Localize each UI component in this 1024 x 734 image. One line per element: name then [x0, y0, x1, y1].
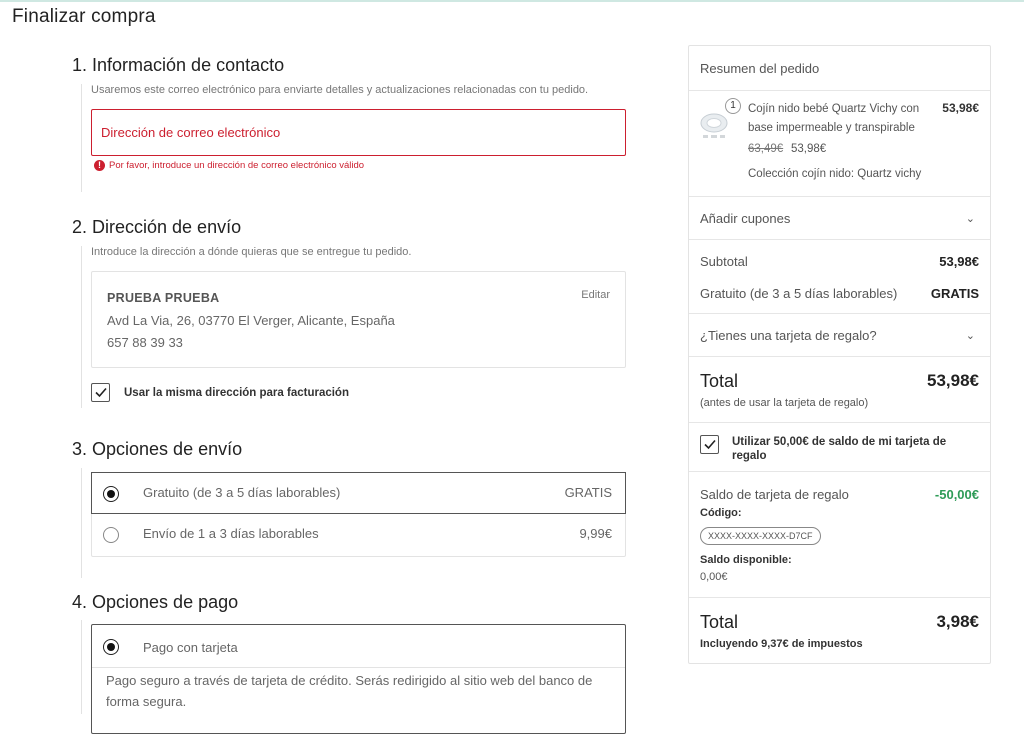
use-gift-balance-label: Utilizar 50,00€ de saldo de mi tarjeta d…: [732, 436, 947, 462]
divider: [689, 471, 990, 472]
product-quantity-badge: 1: [725, 98, 741, 114]
error-icon: !: [94, 160, 105, 171]
order-summary-title: Resumen del pedido: [700, 61, 820, 76]
chevron-down-icon: ⌄: [965, 213, 975, 225]
use-gift-balance-checkbox[interactable]: [700, 435, 719, 454]
address-line: Avd La Via, 26, 03770 El Verger, Alicant…: [107, 313, 395, 328]
divider: [689, 356, 990, 357]
subtotal-label: Subtotal: [700, 254, 748, 269]
edit-address-button[interactable]: Editar: [581, 289, 610, 301]
subtotal-value: 53,98€: [939, 254, 979, 269]
payment-option-label: Pago con tarjeta: [143, 640, 238, 655]
total-note: (antes de usar la tarjeta de regalo): [700, 397, 869, 409]
payment-title: 4. Opciones de pago: [72, 592, 239, 612]
section-divider-line: [81, 84, 82, 192]
shipping-option-free[interactable]: Gratuito (de 3 a 5 días laborables) GRAT…: [91, 472, 626, 514]
shipping-options-title: 3. Opciones de envío: [72, 439, 243, 459]
final-total-value: 3,98€: [936, 612, 979, 631]
divider: [689, 90, 990, 91]
product-sale-price: 53,98€: [791, 143, 827, 155]
address-card: PRUEBA PRUEBA Avd La Via, 26, 03770 El V…: [91, 271, 626, 368]
final-total-label: Total: [700, 612, 739, 632]
email-placeholder: Dirección de correo electrónico: [101, 125, 281, 140]
product-old-price: 63,49€: [748, 143, 784, 155]
checkmark-icon: [95, 387, 107, 398]
shipping-summary-value: GRATIS: [930, 286, 979, 301]
total-label: Total: [700, 371, 739, 391]
shipping-summary-label: Gratuito (de 3 a 5 días laborables): [700, 286, 898, 301]
gift-card-question: ¿Tienes una tarjeta de regalo?: [700, 328, 877, 343]
taxes-note: Incluyendo 9,37€ de impuestos: [700, 638, 863, 650]
contact-section-title: 1. Información de contacto: [72, 55, 285, 75]
shipping-option-express[interactable]: Envío de 1 a 3 días laborables 9,99€: [92, 514, 625, 556]
section-divider-line: [81, 620, 82, 714]
divider: [689, 422, 990, 423]
gift-balance-label: Saldo de tarjeta de regalo: [700, 487, 849, 502]
top-accent-line: [0, 0, 1024, 2]
product-variant: Colección cojín nido: Quartz vichy: [748, 168, 922, 180]
email-field[interactable]: Dirección de correo electrónico: [91, 109, 626, 156]
gift-balance-value: -50,00€: [934, 487, 979, 502]
checkmark-icon: [704, 439, 716, 450]
payment-option-card[interactable]: Pago con tarjeta Pago seguro a través de…: [91, 624, 626, 734]
divider: [689, 239, 990, 240]
add-coupons-toggle[interactable]: Añadir cupones ⌄: [689, 197, 990, 239]
divider: [92, 667, 625, 668]
email-error: ! Por favor, introduce un dirección de c…: [94, 160, 364, 171]
radio-selected-icon: [103, 486, 119, 502]
email-error-text: Por favor, introduce un dirección de cor…: [109, 160, 365, 171]
divider: [689, 597, 990, 598]
available-balance-value: 0,00€: [700, 571, 728, 583]
payment-option-description: Pago seguro a través de tarjeta de crédi…: [106, 673, 593, 709]
gift-code-badge: XXXX-XXXX-XXXX-D7CF: [700, 527, 821, 545]
section-divider-line: [81, 468, 82, 578]
radio-unselected-icon: [103, 527, 119, 543]
shipping-address-title: 2. Dirección de envío: [72, 217, 242, 237]
section-divider-line: [81, 246, 82, 408]
shipping-option-price: GRATIS: [564, 485, 612, 500]
shipping-options-list: Gratuito (de 3 a 5 días laborables) GRAT…: [91, 472, 626, 557]
same-billing-label: Usar la misma dirección para facturación: [124, 387, 349, 399]
gift-code-label: Código:: [700, 507, 742, 519]
same-billing-checkbox[interactable]: [91, 383, 110, 402]
total-value: 53,98€: [927, 371, 979, 390]
chevron-down-icon: ⌄: [965, 330, 975, 342]
radio-selected-icon: [103, 639, 119, 655]
product-price: 53,98€: [942, 101, 979, 115]
address-name: PRUEBA PRUEBA: [107, 291, 220, 305]
page-title: Finalizar compra: [12, 6, 156, 27]
available-balance-label: Saldo disponible:: [700, 554, 792, 566]
shipping-option-label: Gratuito (de 3 a 5 días laborables): [143, 485, 341, 500]
gift-card-toggle[interactable]: ¿Tienes una tarjeta de regalo? ⌄: [689, 314, 990, 356]
shipping-option-price: 9,99€: [579, 526, 612, 541]
contact-description: Usaremos este correo electrónico para en…: [91, 84, 589, 96]
order-summary: Resumen del pedido 1 Cojín nido bebé Qua…: [688, 45, 991, 664]
shipping-option-label: Envío de 1 a 3 días laborables: [143, 526, 319, 541]
product-name: Cojín nido bebé Quartz Vichy con base im…: [748, 103, 920, 134]
shipping-address-description: Introduce la dirección a dónde quieras q…: [91, 246, 412, 258]
add-coupons-label: Añadir cupones: [700, 211, 791, 226]
address-phone: 657 88 39 33: [107, 335, 183, 350]
